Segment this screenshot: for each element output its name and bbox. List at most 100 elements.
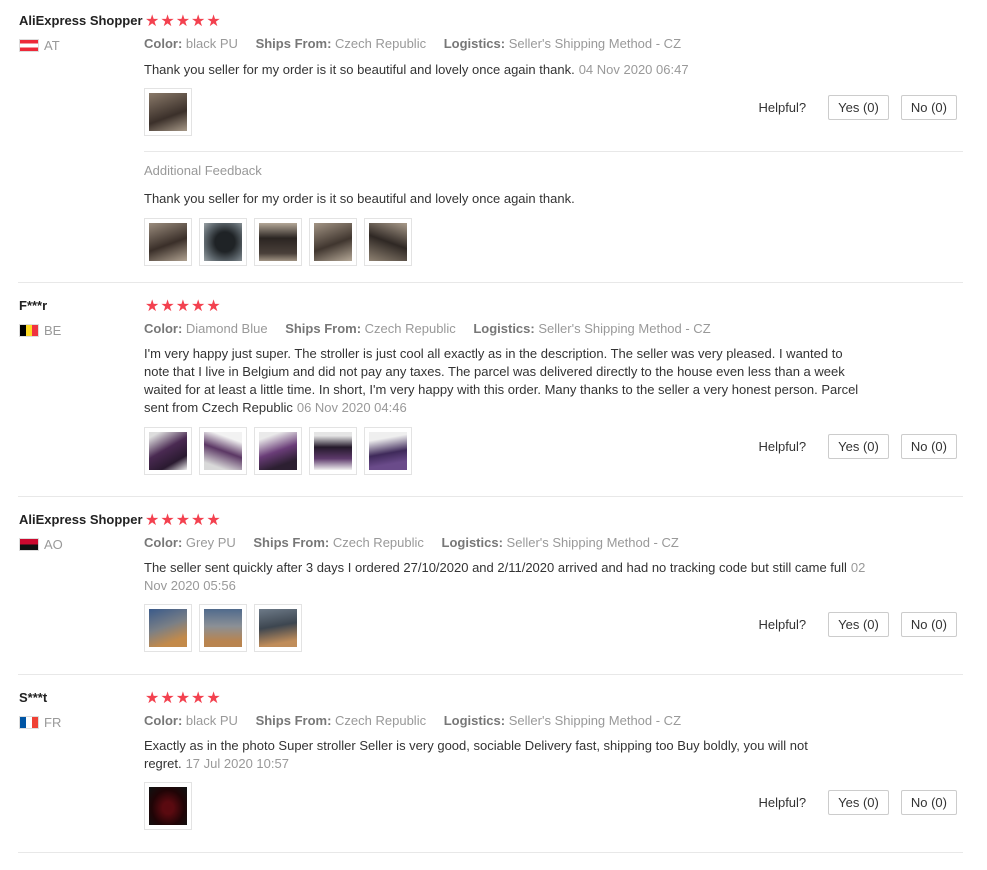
additional-feedback-title: Additional Feedback xyxy=(144,163,262,178)
review-body: I'm very happy just super. The stroller … xyxy=(144,346,859,415)
helpful-label: Helpful? xyxy=(758,795,807,810)
review-photo[interactable] xyxy=(144,782,192,830)
review-text: Exactly as in the photo Super stroller S… xyxy=(144,737,866,773)
reviewer-country: AO xyxy=(19,537,63,552)
helpful-vote: Helpful? Yes (0) No (0) xyxy=(758,95,957,120)
review-photo[interactable] xyxy=(144,218,192,266)
color-value: black PU xyxy=(185,713,238,728)
reviewer-name: AliExpress Shopper xyxy=(19,512,143,527)
review-photo[interactable] xyxy=(199,604,247,652)
review-photo[interactable] xyxy=(254,604,302,652)
review-date: 17 Jul 2020 10:57 xyxy=(185,756,289,771)
country-code: FR xyxy=(44,715,62,730)
color-value: black PU xyxy=(185,36,238,51)
helpful-yes-button[interactable]: Yes (0) xyxy=(828,434,889,459)
helpful-label: Helpful? xyxy=(758,617,807,632)
ships-from-label: Ships From: xyxy=(285,321,362,336)
additional-feedback-text: Thank you seller for my order is it so b… xyxy=(144,191,575,206)
logistics-value: Seller's Shipping Method - CZ xyxy=(508,36,682,51)
ships-from-value: Czech Republic xyxy=(332,535,424,550)
review-text: I'm very happy just super. The stroller … xyxy=(144,345,866,417)
review-photo[interactable] xyxy=(364,427,412,475)
review-photo[interactable] xyxy=(254,427,302,475)
color-label: Color: xyxy=(144,321,183,336)
ships-from-label: Ships From: xyxy=(255,36,332,51)
country-code: AO xyxy=(44,537,63,552)
color-value: Diamond Blue xyxy=(185,321,268,336)
flag-at-icon xyxy=(19,39,39,52)
review-photo[interactable] xyxy=(309,427,357,475)
reviewer-name: F***r xyxy=(19,298,48,313)
color-label: Color: xyxy=(144,36,183,51)
review-attributes: Color: black PU Ships From: Czech Republ… xyxy=(144,36,695,51)
helpful-yes-button[interactable]: Yes (0) xyxy=(828,612,889,637)
review-divider xyxy=(18,674,963,675)
helpful-no-button[interactable]: No (0) xyxy=(900,612,957,637)
review-photo[interactable] xyxy=(364,218,412,266)
star-rating: ★★★★★ xyxy=(145,298,222,315)
review-divider xyxy=(18,852,963,853)
ships-from-value: Czech Republic xyxy=(364,321,456,336)
helpful-vote: Helpful? Yes (0) No (0) xyxy=(758,434,957,459)
review-date: 04 Nov 2020 06:47 xyxy=(578,62,689,77)
reviewer-name: AliExpress Shopper xyxy=(19,13,143,28)
review-attributes: Color: Diamond Blue Ships From: Czech Re… xyxy=(144,321,725,336)
ships-from-label: Ships From: xyxy=(255,713,332,728)
logistics-label: Logistics: xyxy=(473,321,535,336)
helpful-yes-button[interactable]: Yes (0) xyxy=(828,790,889,815)
review-item: AliExpress Shopper AO ★★★★★ Color: Grey … xyxy=(0,512,963,675)
color-label: Color: xyxy=(144,713,183,728)
helpful-no-button[interactable]: No (0) xyxy=(900,434,957,459)
review-attributes: Color: Grey PU Ships From: Czech Republi… xyxy=(144,535,693,550)
review-photo[interactable] xyxy=(144,88,192,136)
logistics-label: Logistics: xyxy=(443,713,506,728)
additional-feedback-photos xyxy=(144,218,419,266)
reviewer-country: FR xyxy=(19,715,61,730)
review-text: The seller sent quickly after 3 days I o… xyxy=(144,559,866,595)
star-rating: ★★★★★ xyxy=(145,13,222,30)
review-photo[interactable] xyxy=(254,218,302,266)
review-photos xyxy=(144,88,199,136)
ships-from-label: Ships From: xyxy=(253,535,330,550)
helpful-no-button[interactable]: No (0) xyxy=(900,95,957,120)
review-item: AliExpress Shopper AT ★★★★★ Color: black… xyxy=(0,13,963,283)
review-photo[interactable] xyxy=(199,218,247,266)
helpful-label: Helpful? xyxy=(758,439,807,454)
review-body: The seller sent quickly after 3 days I o… xyxy=(144,560,847,575)
reviewer-country: BE xyxy=(19,323,61,338)
country-code: AT xyxy=(44,38,60,53)
review-divider xyxy=(18,282,963,283)
ships-from-value: Czech Republic xyxy=(335,36,427,51)
review-divider xyxy=(18,496,963,497)
review-body: Thank you seller for my order is it so b… xyxy=(144,62,575,77)
additional-feedback-divider xyxy=(144,151,963,152)
review-attributes: Color: black PU Ships From: Czech Republ… xyxy=(144,713,695,728)
country-code: BE xyxy=(44,323,62,338)
star-rating: ★★★★★ xyxy=(145,512,222,529)
logistics-label: Logistics: xyxy=(441,535,503,550)
helpful-vote: Helpful? Yes (0) No (0) xyxy=(758,790,957,815)
review-photo[interactable] xyxy=(309,218,357,266)
review-item: F***r BE ★★★★★ Color: Diamond Blue Ships… xyxy=(0,298,963,497)
color-label: Color: xyxy=(144,535,183,550)
reviewer-country: AT xyxy=(19,38,60,53)
helpful-yes-button[interactable]: Yes (0) xyxy=(828,95,889,120)
logistics-label: Logistics: xyxy=(443,36,506,51)
review-text: Thank you seller for my order is it so b… xyxy=(144,61,866,79)
review-photos xyxy=(144,604,309,652)
color-value: Grey PU xyxy=(185,535,236,550)
reviewer-name: S***t xyxy=(19,690,48,705)
review-photo[interactable] xyxy=(199,427,247,475)
flag-ao-icon xyxy=(19,538,39,551)
review-photos xyxy=(144,427,419,475)
logistics-value: Seller's Shipping Method - CZ xyxy=(538,321,711,336)
helpful-no-button[interactable]: No (0) xyxy=(900,790,957,815)
ships-from-value: Czech Republic xyxy=(335,713,427,728)
review-item: S***t FR ★★★★★ Color: black PU Ships Fro… xyxy=(0,690,963,853)
review-photo[interactable] xyxy=(144,427,192,475)
review-photo[interactable] xyxy=(144,604,192,652)
review-photos xyxy=(144,782,199,830)
star-rating: ★★★★★ xyxy=(145,690,222,707)
helpful-vote: Helpful? Yes (0) No (0) xyxy=(758,612,957,637)
helpful-label: Helpful? xyxy=(758,100,807,115)
